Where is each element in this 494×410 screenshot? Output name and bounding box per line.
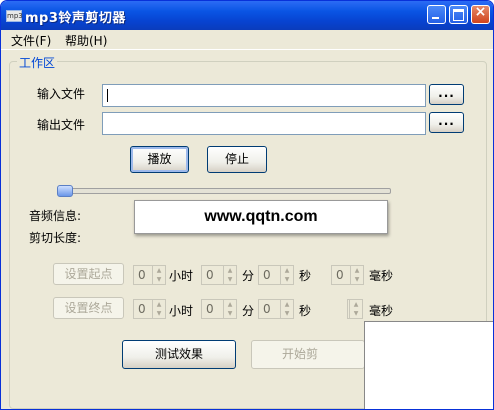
text-cursor	[107, 89, 108, 102]
output-file-label: 输出文件	[37, 118, 86, 132]
start-cut-button[interactable]: 开始剪	[251, 340, 365, 369]
start-hours-unit: 小时	[169, 269, 194, 283]
spin-arrows[interactable]: ▲ ▼	[350, 266, 363, 284]
end-seconds-unit: 秒	[299, 304, 312, 318]
start-seconds-unit: 秒	[299, 269, 312, 283]
set-end-button[interactable]: 设置终点	[53, 297, 124, 319]
output-file-field[interactable]	[102, 112, 426, 135]
up-arrow-icon[interactable]: ▲	[281, 266, 293, 275]
start-ms-spinner[interactable]: 0 ▲ ▼	[331, 265, 364, 285]
end-hours-value: 0	[138, 302, 146, 316]
minimize-button[interactable]	[427, 5, 446, 24]
up-arrow-icon[interactable]: ▲	[224, 266, 236, 275]
maximize-icon	[453, 9, 464, 21]
end-hours-unit: 小时	[169, 304, 194, 318]
end-minutes-spinner[interactable]: 0 ▲ ▼	[201, 299, 237, 319]
input-browse-button[interactable]: ...	[429, 84, 464, 105]
down-arrow-icon[interactable]: ▼	[281, 309, 293, 318]
playback-slider-thumb[interactable]	[57, 185, 73, 197]
end-ms-unit: 毫秒	[369, 304, 394, 318]
watermark-banner: www.qqtn.com	[134, 200, 388, 234]
minimize-icon	[432, 17, 439, 19]
start-seconds-value: 0	[263, 268, 271, 282]
end-minutes-value: 0	[206, 302, 214, 316]
input-file-label: 输入文件	[37, 87, 86, 101]
spin-arrows[interactable]: ▲ ▼	[152, 266, 165, 284]
play-button[interactable]: 播放	[130, 146, 189, 173]
output-browse-button[interactable]: ...	[429, 112, 464, 133]
start-hours-value: 0	[138, 268, 146, 282]
start-ms-value: 0	[336, 268, 344, 282]
down-arrow-icon[interactable]: ▼	[350, 309, 362, 318]
spin-arrows[interactable]: ▲ ▼	[280, 266, 293, 284]
close-button[interactable]: ×	[471, 4, 490, 24]
start-hours-spinner[interactable]: 0 ▲ ▼	[133, 265, 166, 285]
menu-help[interactable]: 帮助(H)	[65, 32, 107, 49]
test-effect-button[interactable]: 测试效果	[122, 340, 236, 369]
app-icon: mp3	[6, 10, 23, 22]
end-ms-spinner[interactable]: ▲ ▼	[347, 299, 363, 319]
up-arrow-icon[interactable]: ▲	[224, 300, 236, 309]
menu-file[interactable]: 文件(F)	[11, 32, 51, 49]
start-ms-unit: 毫秒	[369, 269, 394, 283]
stop-button[interactable]: 停止	[207, 146, 267, 173]
set-start-button[interactable]: 设置起点	[53, 263, 124, 285]
cut-length-label: 剪切长度:	[29, 231, 82, 245]
end-minutes-unit: 分	[242, 304, 255, 318]
menu-bar: 文件(F) 帮助(H)	[1, 30, 493, 50]
down-arrow-icon[interactable]: ▼	[153, 309, 165, 318]
end-seconds-spinner[interactable]: 0 ▲ ▼	[258, 299, 294, 319]
window-title: mp3铃声剪切器	[25, 11, 126, 26]
spin-arrows[interactable]: ▲ ▼	[280, 300, 293, 318]
app-window: mp3 mp3铃声剪切器 × 文件(F) 帮助(H) 工作区 输入文件 ... …	[0, 0, 494, 410]
workspace-title: 工作区	[17, 54, 58, 71]
up-arrow-icon[interactable]: ▲	[350, 300, 362, 309]
overlay-panel	[364, 321, 493, 409]
start-minutes-unit: 分	[242, 269, 255, 283]
playback-slider-track[interactable]	[59, 188, 391, 194]
end-hours-spinner[interactable]: 0 ▲ ▼	[133, 299, 166, 319]
start-minutes-value: 0	[206, 268, 214, 282]
up-arrow-icon[interactable]: ▲	[351, 266, 363, 275]
up-arrow-icon[interactable]: ▲	[153, 266, 165, 275]
down-arrow-icon[interactable]: ▼	[351, 275, 363, 284]
up-arrow-icon[interactable]: ▲	[281, 300, 293, 309]
close-icon: ×	[474, 4, 487, 20]
spin-arrows[interactable]: ▲ ▼	[152, 300, 165, 318]
input-file-field[interactable]	[102, 84, 426, 107]
start-seconds-spinner[interactable]: 0 ▲ ▼	[258, 265, 294, 285]
audio-info-label: 音频信息:	[29, 209, 82, 223]
down-arrow-icon[interactable]: ▼	[224, 309, 236, 318]
spin-arrows[interactable]: ▲ ▼	[223, 300, 236, 318]
title-bar[interactable]: mp3 mp3铃声剪切器 ×	[1, 1, 493, 30]
maximize-button[interactable]	[449, 5, 468, 24]
spin-arrows[interactable]: ▲ ▼	[349, 300, 362, 318]
start-minutes-spinner[interactable]: 0 ▲ ▼	[201, 265, 237, 285]
down-arrow-icon[interactable]: ▼	[224, 275, 236, 284]
up-arrow-icon[interactable]: ▲	[153, 300, 165, 309]
spin-arrows[interactable]: ▲ ▼	[223, 266, 236, 284]
end-seconds-value: 0	[263, 302, 271, 316]
down-arrow-icon[interactable]: ▼	[281, 275, 293, 284]
down-arrow-icon[interactable]: ▼	[153, 275, 165, 284]
